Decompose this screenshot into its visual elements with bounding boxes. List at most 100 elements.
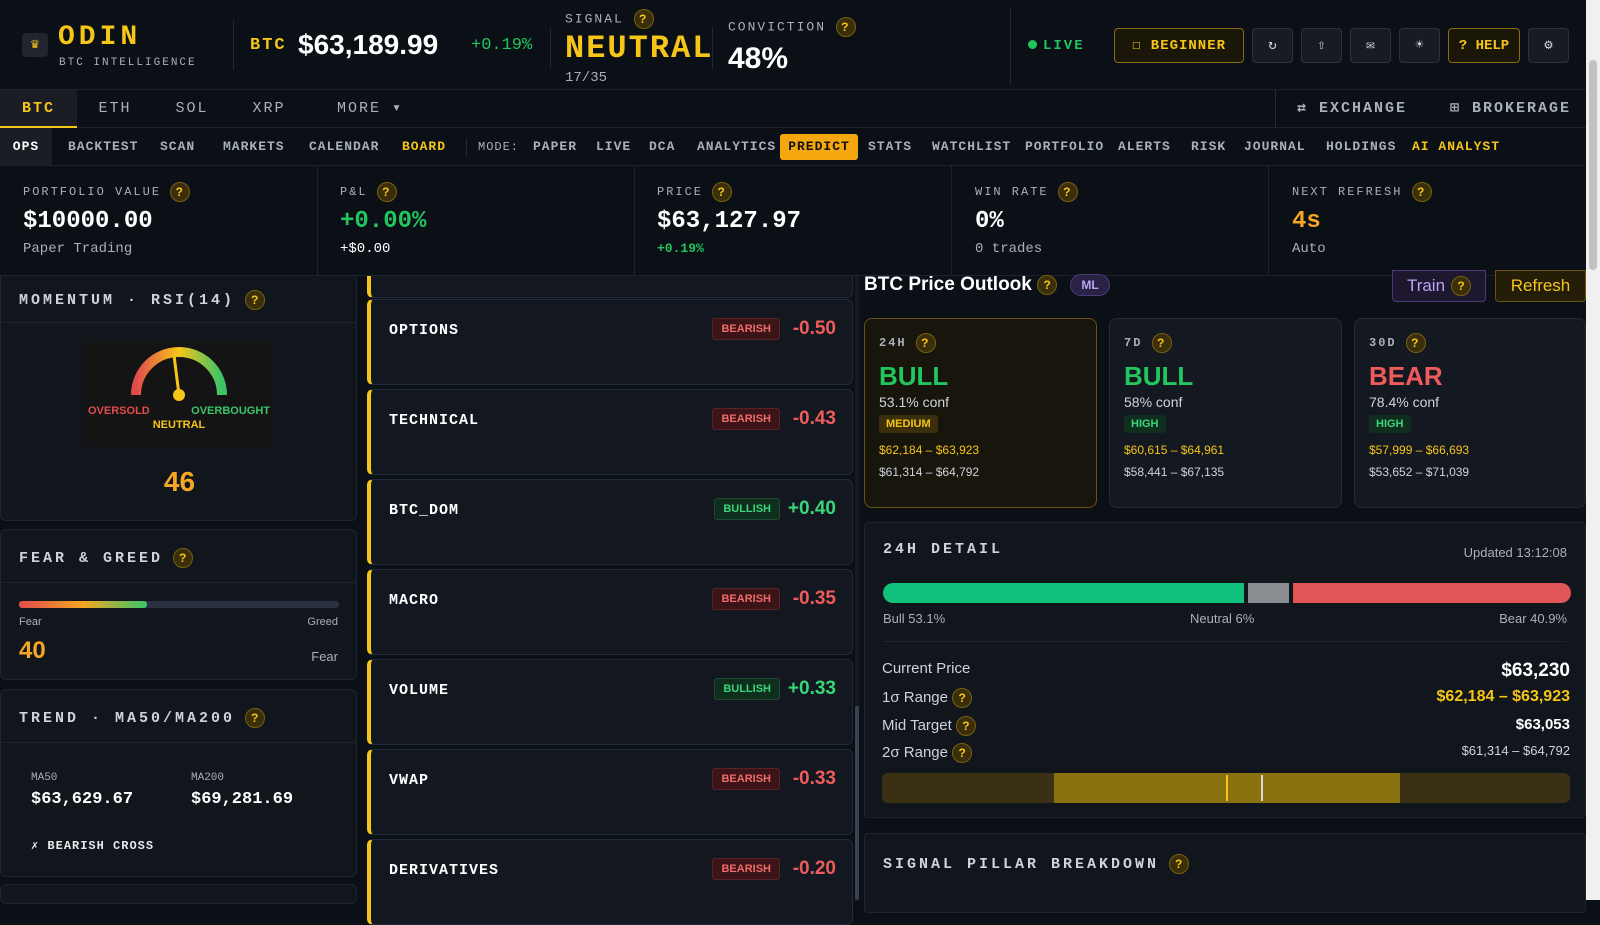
signal-row[interactable]: BTC_DOM BULLISH +0.40 xyxy=(367,479,853,565)
ticker-change: +0.19% xyxy=(471,36,533,55)
tab-markets[interactable]: MARKETS xyxy=(219,134,289,160)
tab-paper[interactable]: PAPER xyxy=(529,134,581,160)
tab-live[interactable]: LIVE xyxy=(592,134,635,160)
tab-stats[interactable]: STATS xyxy=(864,134,916,160)
stat-sub: Auto xyxy=(1292,241,1326,257)
tab-eth[interactable]: ETH xyxy=(85,90,145,128)
help-icon[interactable]: ? xyxy=(1168,854,1189,874)
help-icon[interactable]: ? xyxy=(952,743,973,763)
help-icon[interactable]: ? xyxy=(244,290,265,310)
horizon-label: 7D ? xyxy=(1124,333,1327,353)
main-nav: OPS BACKTEST SCAN MARKETS CALENDAR BOARD… xyxy=(0,128,1586,166)
tab-analytics[interactable]: ANALYTICS xyxy=(693,134,780,160)
help-icon[interactable]: ? xyxy=(172,548,193,568)
tab-journal[interactable]: JOURNAL xyxy=(1240,134,1310,160)
range-2sigma: $61,314 – $64,792 xyxy=(879,465,980,479)
mail-icon[interactable]: ✉ xyxy=(1350,28,1391,63)
share-icon[interactable]: ⇧ xyxy=(1301,28,1342,63)
tab-sol[interactable]: SOL xyxy=(162,90,222,128)
stat-portfolio-value: PORTFOLIO VALUE ? $10000.00 Paper Tradin… xyxy=(0,166,318,276)
signal-row[interactable]: VWAP BEARISH -0.33 xyxy=(367,749,853,835)
refresh-icon[interactable]: ↻ xyxy=(1252,28,1293,63)
help-icon[interactable]: ? xyxy=(712,182,733,202)
exchange-button[interactable]: ⇄ EXCHANGE xyxy=(1297,90,1407,128)
help-icon[interactable]: ? xyxy=(170,182,191,202)
tab-predict[interactable]: PREDICT xyxy=(780,134,858,160)
mid-target-value: $63,053 xyxy=(1515,716,1570,733)
help-icon[interactable]: ? xyxy=(835,17,856,37)
signal-row[interactable]: VOLUME BULLISH +0.33 xyxy=(367,659,853,745)
help-icon[interactable]: ? xyxy=(1057,182,1078,202)
page-scrollbar[interactable] xyxy=(1586,0,1600,900)
page-scrollbar-thumb[interactable] xyxy=(1589,60,1597,270)
signal-row[interactable]: TECHNICAL BEARISH -0.43 xyxy=(367,389,853,475)
help-icon[interactable]: ? xyxy=(1451,276,1472,296)
confidence-tag: HIGH xyxy=(1124,415,1166,433)
signal-score: -0.35 xyxy=(792,588,836,609)
stat-sub: +0.19% xyxy=(657,241,704,256)
tab-dca[interactable]: DCA xyxy=(645,134,679,160)
scrollbar-thumb[interactable] xyxy=(855,706,859,900)
tab-portfolio[interactable]: PORTFOLIO xyxy=(1021,134,1108,160)
tab-calendar[interactable]: CALENDAR xyxy=(305,134,383,160)
divider xyxy=(1010,8,1011,84)
tab-risk[interactable]: RISK xyxy=(1187,134,1230,160)
help-icon[interactable]: ? xyxy=(915,333,936,353)
tab-holdings[interactable]: HOLDINGS xyxy=(1322,134,1400,160)
help-icon[interactable]: ? xyxy=(1411,182,1432,202)
train-button[interactable]: Train? xyxy=(1392,270,1486,302)
divider xyxy=(1,582,356,583)
help-icon[interactable]: ? xyxy=(633,9,654,29)
settings-icon[interactable]: ⚙ xyxy=(1528,28,1569,63)
tab-ops[interactable]: OPS xyxy=(0,128,52,165)
tab-watchlist[interactable]: WATCHLIST xyxy=(928,134,1015,160)
stat-value: 4s xyxy=(1292,208,1321,235)
outlook-card-24h[interactable]: 24H ? BULL 53.1% conf MEDIUM $62,184 – $… xyxy=(864,318,1097,508)
outlook-card-30d[interactable]: 30D ? BEAR 78.4% conf HIGH $57,999 – $66… xyxy=(1354,318,1586,508)
help-icon[interactable]: ? xyxy=(952,688,973,708)
tab-ai-analyst[interactable]: AI ANALYST xyxy=(1408,134,1504,160)
signal-row[interactable]: DERIVATIVES BEARISH -0.20 xyxy=(367,839,853,925)
tab-xrp[interactable]: XRP xyxy=(239,90,299,128)
rsi-value: 46 xyxy=(163,466,196,497)
help-icon[interactable]: ? xyxy=(1037,275,1058,295)
fear-greed-value: 40 xyxy=(19,637,46,664)
neutral-percent: Neutral 6% xyxy=(1190,611,1255,626)
range-1sigma: $57,999 – $66,693 xyxy=(1369,443,1470,457)
divider xyxy=(1,742,356,743)
signal-count: 17/35 xyxy=(565,70,608,86)
tab-board[interactable]: BOARD xyxy=(398,134,450,160)
help-icon[interactable]: ? xyxy=(1151,333,1172,353)
help-button[interactable]: ? HELP xyxy=(1448,28,1520,63)
scrollbar-track[interactable] xyxy=(855,276,859,900)
refresh-button[interactable]: Refresh xyxy=(1495,270,1586,302)
signal-row[interactable]: MACRO BEARISH -0.35 xyxy=(367,569,853,655)
brokerage-button[interactable]: ⊞ BROKERAGE xyxy=(1450,90,1571,128)
help-icon[interactable]: ? xyxy=(244,708,265,728)
live-dot-icon xyxy=(1028,40,1037,49)
outlook-title: BTC Price Outlook ? ML xyxy=(864,274,1110,296)
beginner-button[interactable]: ☐ BEGINNER xyxy=(1114,28,1244,63)
outlook-card-7d[interactable]: 7D ? BULL 58% conf HIGH $60,615 – $64,96… xyxy=(1109,318,1342,508)
tab-alerts[interactable]: ALERTS xyxy=(1114,134,1175,160)
range-2sigma-row: 2σ Range ? $61,314 – $64,792 xyxy=(882,743,1570,767)
signal-row[interactable]: OPTIONS BEARISH -0.50 xyxy=(367,299,853,385)
ma50-value: $63,629.67 xyxy=(31,790,134,809)
fear-label: Fear xyxy=(19,616,42,628)
confidence: 53.1% conf xyxy=(879,394,950,410)
tab-more[interactable]: MORE ▾ xyxy=(320,90,420,128)
divider xyxy=(550,28,551,68)
ma50-label: MA50 xyxy=(31,772,58,784)
ticker-symbol: BTC xyxy=(250,36,287,55)
current-price: $63,230 xyxy=(1501,660,1570,681)
tab-scan[interactable]: SCAN xyxy=(156,134,199,160)
trend-title: TREND · MA50/MA200 ? xyxy=(19,708,265,728)
detail-title: 24H DETAIL xyxy=(883,541,1004,558)
help-icon[interactable]: ? xyxy=(1405,333,1426,353)
help-icon[interactable]: ? xyxy=(376,182,397,202)
tab-backtest[interactable]: BACKTEST xyxy=(64,134,142,160)
bear-percent: Bear 40.9% xyxy=(1499,611,1567,626)
help-icon[interactable]: ? xyxy=(955,716,976,736)
theme-icon[interactable]: ☀ xyxy=(1399,28,1440,63)
tab-btc[interactable]: BTC xyxy=(0,90,77,128)
